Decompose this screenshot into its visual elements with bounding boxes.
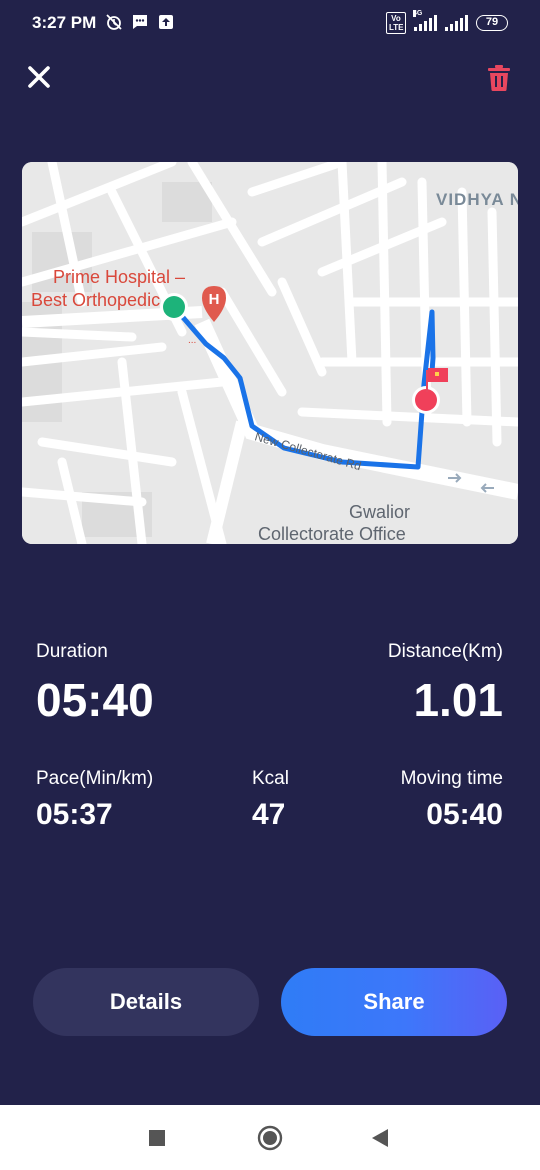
svg-text:...: ... — [188, 335, 196, 346]
recents-square-icon — [149, 1130, 165, 1146]
area-label: VIDHYA N — [436, 190, 518, 209]
recents-button[interactable] — [149, 1130, 165, 1151]
distance-label: Distance(Km) — [387, 641, 503, 662]
moving-time-value: 05:40 — [426, 798, 503, 831]
home-circle-icon — [257, 1125, 283, 1151]
route-map[interactable]: H ... Prime Hospital – Best Orthopedic V… — [22, 162, 518, 544]
pace-label: Pace(Min/km) — [36, 768, 154, 789]
home-button[interactable] — [257, 1125, 283, 1156]
distance-stat: Distance(Km) 1.01 — [388, 641, 503, 727]
trash-icon — [488, 65, 510, 91]
moving-time-stat: Moving time 05:40 — [401, 768, 503, 832]
office-label-line1: Gwalior — [349, 502, 410, 522]
battery-icon: 79 — [476, 15, 508, 31]
map-canvas: H ... Prime Hospital – Best Orthopedic V… — [22, 162, 518, 544]
close-button[interactable] — [24, 62, 54, 92]
notification-icons — [105, 13, 175, 31]
duration-value: 05:40 — [36, 674, 154, 726]
network-type: 4G — [413, 10, 423, 17]
close-icon — [28, 66, 50, 88]
signal-icon: 4G — [413, 10, 437, 31]
message-icon — [131, 13, 149, 31]
pace-stat: Pace(Min/km) 05:37 — [36, 768, 153, 832]
details-button[interactable]: Details — [33, 968, 259, 1036]
share-button[interactable]: Share — [281, 968, 507, 1036]
distance-value: 1.01 — [413, 674, 503, 726]
pace-value: 05:37 — [36, 798, 113, 831]
back-triangle-icon — [372, 1129, 388, 1147]
signal-icon-2 — [445, 15, 468, 31]
office-label-line2: Collectorate Office — [258, 524, 406, 544]
duration-label: Duration — [36, 641, 108, 662]
svg-text:H: H — [209, 291, 220, 308]
status-time: 3:27 PM — [32, 13, 97, 32]
hospital-label-line1: Prime Hospital – — [53, 267, 185, 287]
system-icons: Vo LTE 4G 79 — [386, 10, 508, 34]
back-button[interactable] — [371, 1129, 389, 1152]
kcal-stat: Kcal 47 — [252, 768, 289, 832]
status-bar: 3:27 PM Vo LTE 4G 79 — [0, 0, 540, 48]
upload-icon — [157, 13, 175, 31]
kcal-label: Kcal — [252, 768, 289, 789]
alarm-off-icon — [105, 13, 123, 31]
system-nav-bar — [0, 1105, 540, 1170]
kcal-value: 47 — [252, 798, 286, 831]
hospital-label-line2: Best Orthopedic — [31, 290, 160, 310]
volte-icon: Vo LTE — [386, 12, 406, 34]
duration-stat: Duration 05:40 — [36, 641, 154, 727]
moving-time-label: Moving time — [400, 768, 503, 789]
delete-button[interactable] — [486, 64, 512, 92]
workout-summary-screen: 3:27 PM Vo LTE 4G 79 H ... Prime Hospita… — [0, 0, 540, 1170]
